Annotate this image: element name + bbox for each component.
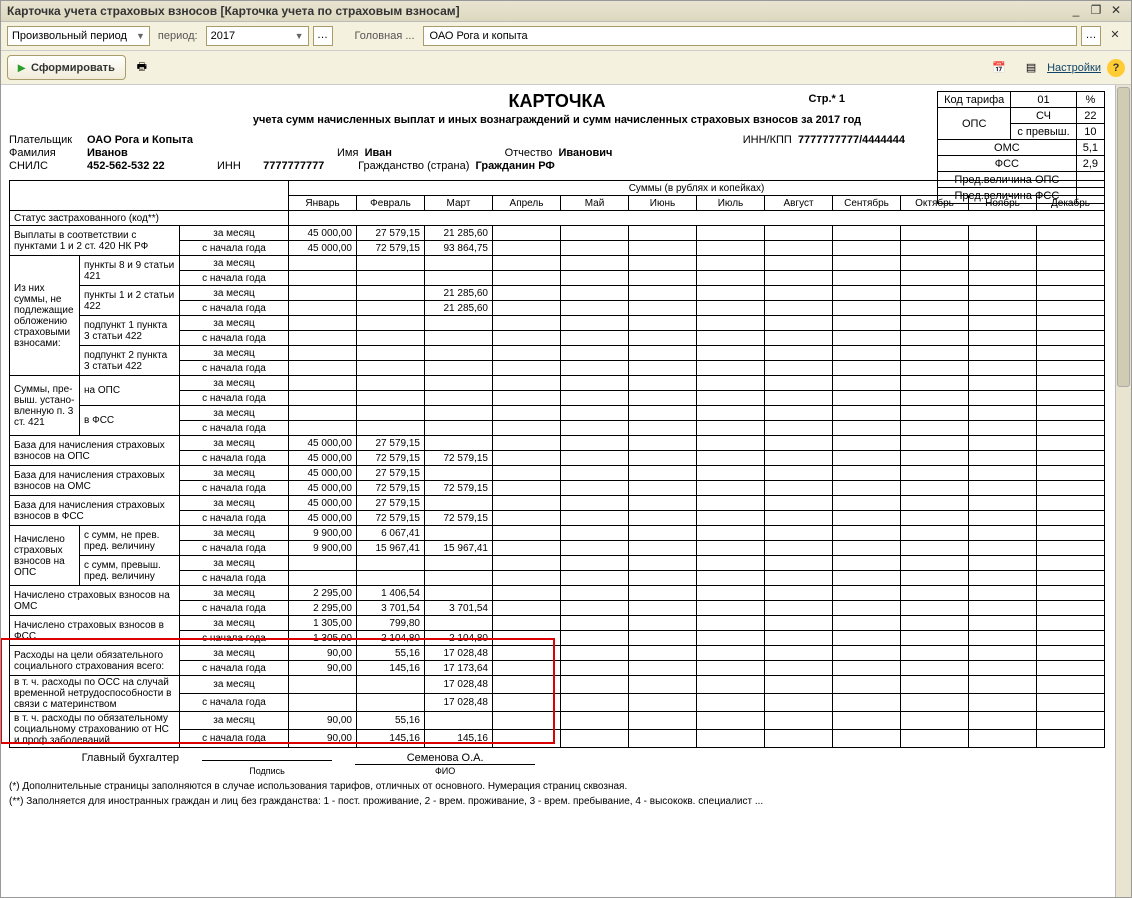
- toolbar-top: Произвольный период ▼ период: 2017 ▼ … Г…: [1, 22, 1131, 51]
- footnote-2: (**) Заполняется для иностранных граждан…: [9, 796, 1105, 807]
- footnote-1: (*) Дополнительные страницы заполняются …: [9, 781, 1105, 792]
- vertical-scrollbar[interactable]: [1115, 85, 1131, 897]
- period-picker-button[interactable]: …: [313, 26, 333, 46]
- minimize-button[interactable]: _: [1067, 4, 1085, 18]
- generate-button[interactable]: ▸ Сформировать: [7, 55, 126, 80]
- main-data-table: Суммы (в рублях и копейках) ЯнварьФеврал…: [9, 180, 1105, 748]
- toolbar-actions: ▸ Сформировать 🖶 📅 ▤ Настройки ?: [1, 51, 1131, 85]
- window-title: Карточка учета страховых взносов [Карточ…: [7, 4, 1065, 18]
- head-label: Головная ...: [355, 30, 415, 42]
- help-icon[interactable]: ?: [1107, 59, 1125, 77]
- titlebar: Карточка учета страховых взносов [Карточ…: [1, 1, 1131, 22]
- list-icon[interactable]: ▤: [1021, 58, 1041, 78]
- signature-block: Главный бухгалтер Семенова О.А. Подпись …: [9, 752, 1105, 777]
- tariff-table: Код тарифа01% ОПССЧ22 с превыш.10 ОМС5,1…: [937, 91, 1105, 204]
- calendar-icon[interactable]: 📅: [989, 58, 1009, 78]
- play-icon: ▸: [18, 59, 25, 76]
- clear-org-button[interactable]: ✕: [1105, 26, 1125, 46]
- print-icon[interactable]: 🖶: [132, 58, 152, 78]
- scrollbar-thumb[interactable]: [1117, 87, 1130, 387]
- org-picker-button[interactable]: …: [1081, 26, 1101, 46]
- chevron-down-icon: ▼: [136, 31, 145, 41]
- settings-link[interactable]: Настройки: [1047, 62, 1101, 74]
- period-mode-dropdown[interactable]: Произвольный период ▼: [7, 26, 150, 46]
- maximize-button[interactable]: ❐: [1087, 4, 1105, 18]
- page-indicator: Стр.* 1: [808, 93, 845, 105]
- chevron-down-icon: ▼: [295, 31, 304, 41]
- organization-field[interactable]: ОАО Рога и копыта: [423, 26, 1077, 46]
- close-button[interactable]: ✕: [1107, 4, 1125, 18]
- report-content: КАРТОЧКА учета сумм начисленных выплат и…: [1, 85, 1131, 897]
- period-value-dropdown[interactable]: 2017 ▼: [206, 26, 309, 46]
- period-label: период:: [158, 30, 198, 42]
